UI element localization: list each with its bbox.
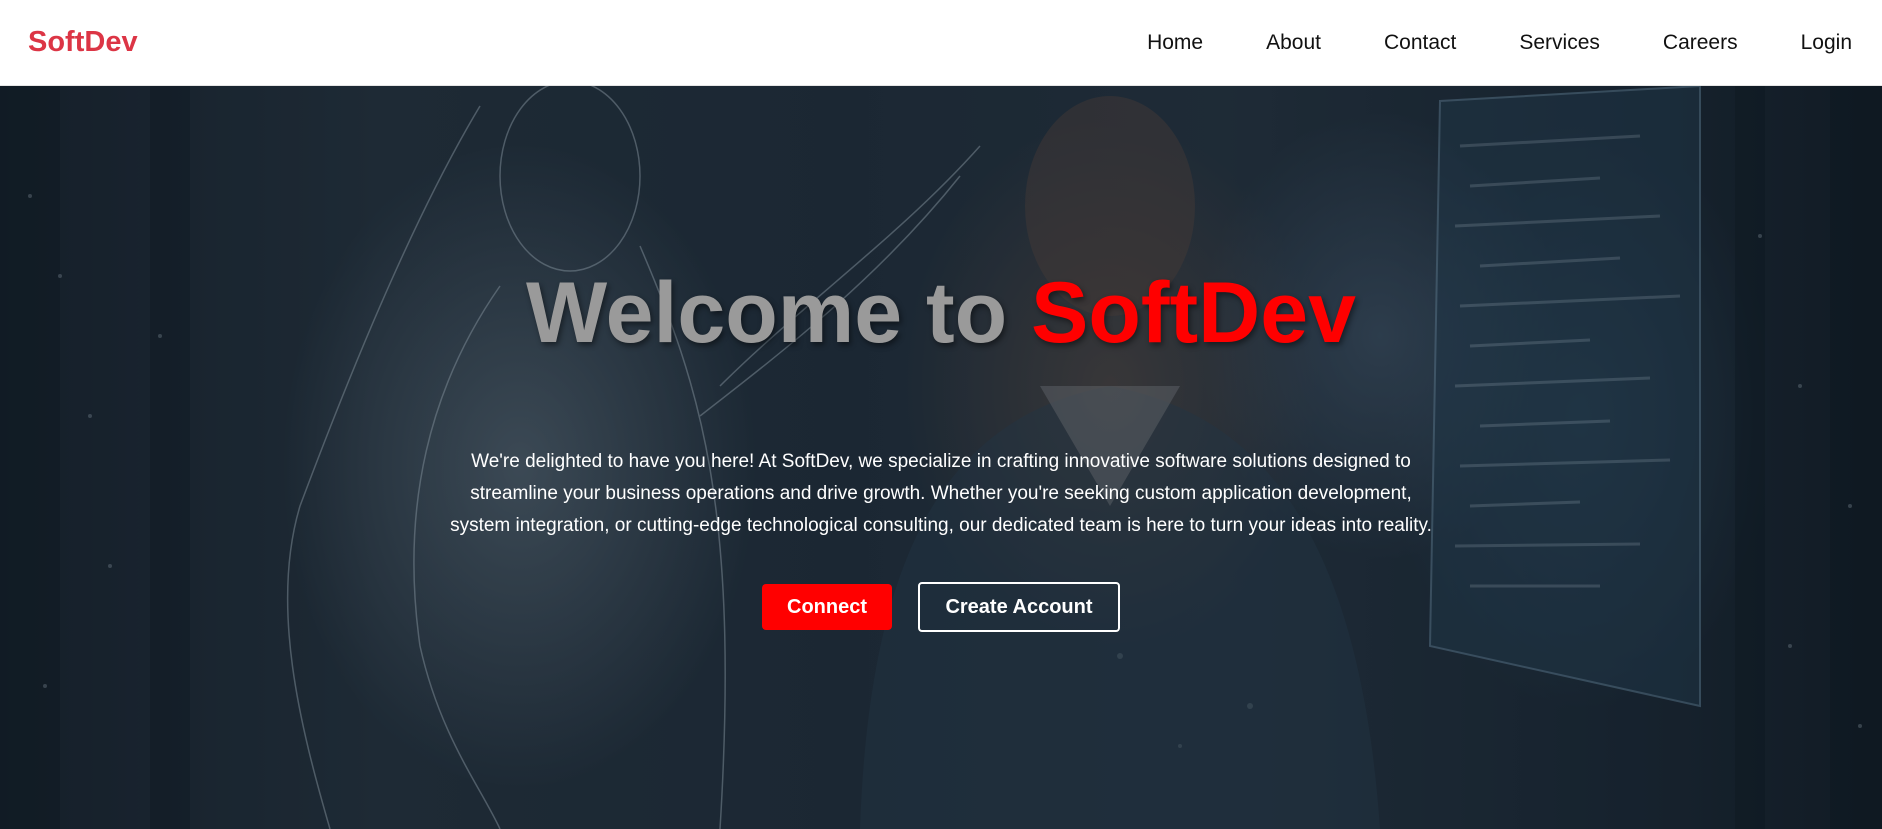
connect-button[interactable]: Connect xyxy=(762,584,892,630)
nav-links: Home About Contact Services Careers Logi… xyxy=(1147,31,1852,55)
hero-title-brand: SoftDev xyxy=(1031,265,1356,361)
nav-link-contact[interactable]: Contact xyxy=(1384,31,1456,55)
brand-logo-link[interactable]: SoftDev xyxy=(28,26,138,59)
nav-link-careers[interactable]: Careers xyxy=(1663,31,1738,55)
create-account-button[interactable]: Create Account xyxy=(918,582,1120,632)
hero-button-row: Connect Create Account xyxy=(0,582,1882,632)
hero-title: Welcome to SoftDev xyxy=(0,270,1882,356)
nav-link-home[interactable]: Home xyxy=(1147,31,1203,55)
hero-content: Welcome to SoftDev We're delighted to ha… xyxy=(0,86,1882,829)
nav-link-about[interactable]: About xyxy=(1266,31,1321,55)
nav-link-login[interactable]: Login xyxy=(1801,31,1852,55)
hero-title-welcome: Welcome to xyxy=(526,265,1008,361)
top-navbar: SoftDev Home About Contact Services Care… xyxy=(0,0,1882,86)
hero-description: We're delighted to have you here! At Sof… xyxy=(450,451,1432,536)
nav-link-services[interactable]: Services xyxy=(1519,31,1600,55)
hero-section: Welcome to SoftDev We're delighted to ha… xyxy=(0,86,1882,829)
